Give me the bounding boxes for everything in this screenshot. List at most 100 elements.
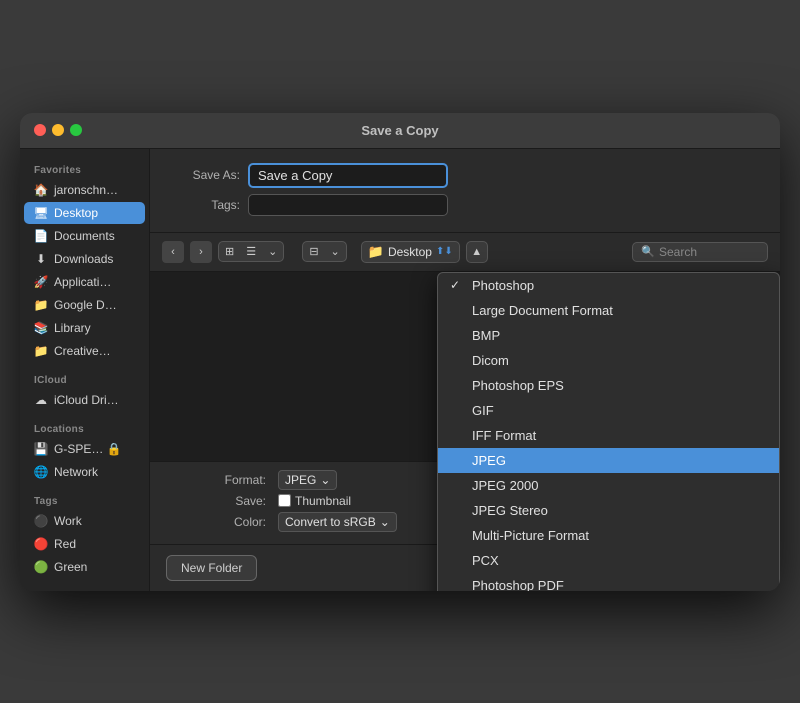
save-options-label: Save:: [166, 494, 266, 508]
tag-red-icon: 🔴: [34, 537, 48, 551]
dropdown-item-jpeg[interactable]: JPEG: [438, 448, 779, 473]
column-view-button[interactable]: ⊟: [303, 242, 324, 261]
sidebar-item-tag-red[interactable]: 🔴 Red: [24, 533, 145, 555]
sidebar-item-label: Applicati…: [54, 275, 111, 289]
sidebar-item-tag-green[interactable]: 🟢 Green: [24, 556, 145, 578]
sidebar-item-downloads[interactable]: ⬇ Downloads: [24, 248, 145, 270]
column-view-chevron[interactable]: ⌄: [325, 242, 346, 261]
sidebar-item-google-drive[interactable]: 📁 Google D…: [24, 294, 145, 316]
sidebar-item-g-spec[interactable]: 💾 G-SPE… 🔒: [24, 438, 145, 460]
tags-input[interactable]: [248, 194, 448, 216]
sidebar-item-label: Network: [54, 465, 98, 479]
dropdown-item-bmp[interactable]: BMP: [438, 323, 779, 348]
dropdown-item-dicom[interactable]: Dicom: [438, 348, 779, 373]
view-chevron-button[interactable]: ⌄: [262, 242, 283, 261]
title-bar: Save a Copy: [20, 113, 780, 149]
search-icon: 🔍: [641, 245, 655, 258]
sidebar-item-tag-work[interactable]: ⚫ Work: [24, 510, 145, 532]
view-toggle-group: ⊞ ☰ ⌄: [218, 241, 284, 262]
sidebar-item-documents[interactable]: 📄 Documents: [24, 225, 145, 247]
icon-view-button[interactable]: ⊞: [219, 242, 240, 261]
sidebar-item-network[interactable]: 🌐 Network: [24, 461, 145, 483]
format-label: Format:: [166, 473, 266, 487]
sidebar-item-label: Google D…: [54, 298, 117, 312]
format-chevron-icon: ⌄: [320, 473, 330, 487]
sidebar-item-label: Red: [54, 537, 76, 551]
dropdown-list: ✓ Photoshop Large Document Format BMP Dicom P…: [438, 273, 779, 591]
search-box: 🔍: [632, 242, 768, 262]
list-view-button[interactable]: ☰: [240, 242, 262, 261]
sidebar-item-label: iCloud Dri…: [54, 393, 119, 407]
dropdown-item-iff[interactable]: IFF Format: [438, 423, 779, 448]
save-as-row: Save As:: [170, 163, 760, 188]
dropdown-item-jpeg2000[interactable]: JPEG 2000: [438, 473, 779, 498]
check-icon: ✓: [450, 278, 464, 292]
dialog-title: Save a Copy: [361, 123, 438, 138]
column-view-group: ⊟ ⌄: [302, 241, 346, 262]
sidebar-item-desktop[interactable]: 🖥 Desktop: [24, 202, 145, 224]
dropdown-item-jpeg-stereo[interactable]: JPEG Stereo: [438, 498, 779, 523]
back-button[interactable]: ‹: [162, 241, 184, 263]
dropdown-item-photoshop-pdf[interactable]: Photoshop PDF: [438, 573, 779, 591]
new-folder-button[interactable]: New Folder: [166, 555, 257, 581]
location-folder-icon: 📁: [368, 244, 384, 260]
downloads-icon: ⬇: [34, 252, 48, 266]
icc-chevron-icon: ⌄: [380, 515, 390, 529]
sidebar-item-label: Desktop: [54, 206, 98, 220]
sidebar-item-creative[interactable]: 📁 Creative…: [24, 340, 145, 362]
dropdown-item-label: IFF Format: [472, 428, 536, 443]
google-drive-icon: 📁: [34, 298, 48, 312]
tags-section-label: Tags: [20, 492, 149, 509]
dropdown-item-label: Dicom: [472, 353, 509, 368]
file-area: ✓ Photoshop Large Document Format BMP Dicom P…: [150, 272, 780, 461]
maximize-button[interactable]: [70, 124, 82, 136]
dialog-body: Favorites 🏠 jaronschn… 🖥 Desktop 📄 Docum…: [20, 149, 780, 591]
applications-icon: 🚀: [34, 275, 48, 289]
thumbnail-checkbox-label[interactable]: Thumbnail: [278, 494, 351, 508]
dropdown-item-gif[interactable]: GIF: [438, 398, 779, 423]
minimize-button[interactable]: [52, 124, 64, 136]
search-input[interactable]: [659, 245, 759, 259]
dropdown-item-pcx[interactable]: PCX: [438, 548, 779, 573]
dropdown-item-label: Photoshop: [472, 278, 534, 293]
top-form: Save As: Tags:: [150, 149, 780, 233]
color-label: Color:: [166, 515, 266, 529]
thumbnail-checkbox[interactable]: [278, 494, 291, 507]
forward-button[interactable]: ›: [190, 241, 212, 263]
format-dropdown: ✓ Photoshop Large Document Format BMP Dicom P…: [437, 272, 780, 591]
tag-work-icon: ⚫: [34, 514, 48, 528]
dropdown-item-label: BMP: [472, 328, 500, 343]
sidebar-item-library[interactable]: 📚 Library: [24, 317, 145, 339]
dropdown-item-label: JPEG: [472, 453, 506, 468]
home-icon: 🏠: [34, 183, 48, 197]
desktop-icon: 🖥: [34, 206, 48, 220]
sidebar-item-label: G-SPE… 🔒: [54, 442, 122, 456]
sidebar-item-label: Library: [54, 321, 91, 335]
tag-green-icon: 🟢: [34, 560, 48, 574]
location-text: Desktop: [388, 245, 432, 259]
sidebar: Favorites 🏠 jaronschn… 🖥 Desktop 📄 Docum…: [20, 149, 150, 591]
expand-button[interactable]: ▲: [466, 241, 488, 263]
library-icon: 📚: [34, 321, 48, 335]
dropdown-item-multi-picture[interactable]: Multi-Picture Format: [438, 523, 779, 548]
location-dropdown-icon: ⬆⬇: [436, 246, 453, 257]
close-button[interactable]: [34, 124, 46, 136]
sidebar-item-label: Creative…: [54, 344, 111, 358]
dropdown-item-photoshop[interactable]: ✓ Photoshop: [438, 273, 779, 298]
location-picker[interactable]: 📁 Desktop ⬆⬇: [361, 241, 460, 263]
sidebar-item-home[interactable]: 🏠 jaronschn…: [24, 179, 145, 201]
dropdown-item-label: Multi-Picture Format: [472, 528, 589, 543]
dropdown-item-label: Photoshop EPS: [472, 378, 564, 393]
icloud-icon: ☁: [34, 393, 48, 407]
dropdown-item-photoshop-eps[interactable]: Photoshop EPS: [438, 373, 779, 398]
dropdown-item-large-doc[interactable]: Large Document Format: [438, 298, 779, 323]
sidebar-item-applications[interactable]: 🚀 Applicati…: [24, 271, 145, 293]
format-dropdown-btn[interactable]: JPEG ⌄: [278, 470, 337, 490]
icc-dropdown[interactable]: Convert to sRGB ⌄: [278, 512, 397, 532]
toolbar: ‹ › ⊞ ☰ ⌄ ⊟ ⌄ 📁 Desktop ⬆⬇ ▲: [150, 233, 780, 272]
sidebar-item-label: Documents: [54, 229, 115, 243]
save-as-input[interactable]: [248, 163, 448, 188]
sidebar-item-icloud-drive[interactable]: ☁ iCloud Dri…: [24, 389, 145, 411]
favorites-label: Favorites: [20, 161, 149, 178]
sidebar-item-label: jaronschn…: [54, 183, 118, 197]
